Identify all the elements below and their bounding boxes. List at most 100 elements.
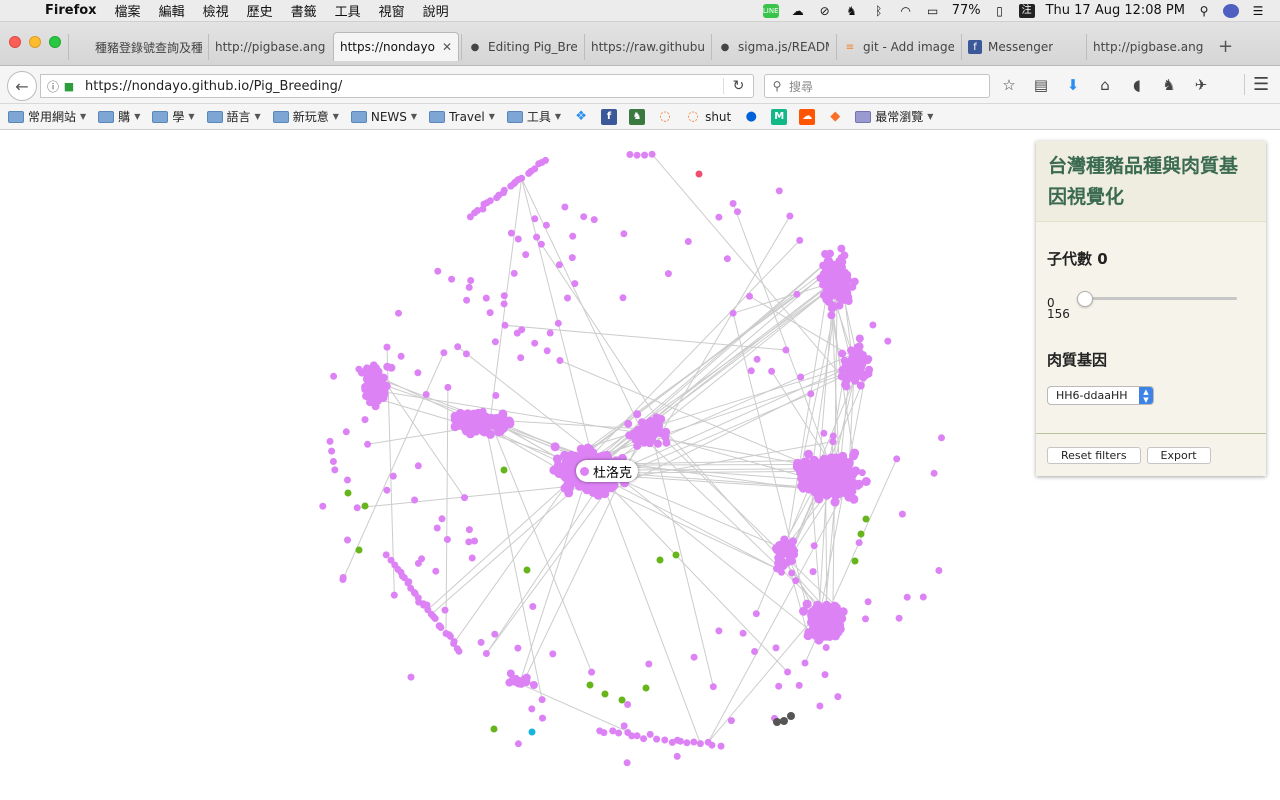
graph-node[interactable]: [664, 270, 672, 278]
spotlight-search-icon[interactable]: ⚲: [1196, 4, 1212, 18]
tab-raw-githubusercontent[interactable]: https://raw.githubus: [584, 34, 710, 60]
graph-node[interactable]: [835, 624, 845, 634]
graph-node[interactable]: [641, 151, 649, 159]
bookmark-folder-tools[interactable]: 工具 ▼: [506, 108, 561, 125]
graph-node[interactable]: [326, 437, 334, 445]
graph-node[interactable]: [482, 294, 490, 302]
graph-node[interactable]: [364, 440, 372, 448]
graph-node[interactable]: [739, 629, 747, 637]
graph-node[interactable]: [438, 515, 446, 523]
graph-node[interactable]: [371, 363, 380, 372]
graph-node[interactable]: [514, 235, 522, 243]
graph-node[interactable]: [537, 240, 545, 248]
back-arrow-icon[interactable]: ←: [7, 71, 37, 101]
graph-node[interactable]: [522, 251, 530, 259]
graph-node[interactable]: [569, 232, 577, 240]
graph-node[interactable]: [784, 668, 792, 676]
graph-node[interactable]: [551, 464, 561, 474]
graph-node[interactable]: [838, 349, 847, 358]
graph-node[interactable]: [620, 230, 628, 238]
graph-node[interactable]: [723, 255, 731, 263]
graph-node[interactable]: [363, 381, 371, 389]
graph-node[interactable]: [510, 269, 518, 277]
graph-node[interactable]: [501, 321, 509, 329]
graph-node[interactable]: [422, 391, 430, 398]
graph-node[interactable]: [715, 627, 723, 635]
graph-node[interactable]: [696, 740, 704, 748]
graph-node[interactable]: [494, 427, 504, 437]
graph-node[interactable]: [355, 546, 363, 554]
graph-node[interactable]: [433, 524, 441, 532]
graph-node[interactable]: [898, 510, 906, 518]
graph-node[interactable]: [518, 174, 526, 182]
graph-node[interactable]: [390, 591, 398, 599]
graph-node[interactable]: [842, 382, 851, 391]
graph-node[interactable]: [620, 722, 628, 730]
graph-node[interactable]: [364, 392, 373, 401]
slider-thumb[interactable]: [1077, 291, 1093, 307]
graph-node[interactable]: [411, 496, 419, 504]
tab-sigmajs-readme[interactable]: ● sigma.js/READM: [711, 34, 835, 60]
graph-node[interactable]: [855, 539, 863, 547]
graph-node[interactable]: [772, 644, 780, 652]
graph-node[interactable]: [542, 156, 549, 164]
graph-node[interactable]: [615, 729, 623, 737]
graph-node[interactable]: [855, 334, 864, 343]
graph-node[interactable]: [810, 542, 818, 550]
graph-node[interactable]: [862, 615, 869, 623]
graph-node[interactable]: [444, 383, 452, 391]
graph-node[interactable]: [814, 494, 824, 504]
graph-node[interactable]: [903, 593, 911, 601]
extension-icon[interactable]: ✈: [1192, 76, 1210, 94]
graph-node[interactable]: [775, 682, 783, 690]
graph-node[interactable]: [491, 338, 499, 346]
graph-node[interactable]: [817, 633, 825, 641]
graph-node[interactable]: [633, 410, 642, 419]
graph-node[interactable]: [590, 216, 598, 224]
graph-node[interactable]: [938, 434, 945, 442]
graph-node[interactable]: [414, 462, 422, 470]
graph-node[interactable]: [845, 367, 854, 376]
bookmark-star-icon[interactable]: ☆: [1000, 76, 1018, 94]
graph-node[interactable]: [528, 728, 536, 736]
graph-node[interactable]: [514, 644, 522, 652]
graph-node[interactable]: [353, 504, 361, 512]
menu-help[interactable]: 說明: [414, 1, 458, 20]
graph-node[interactable]: [500, 186, 508, 194]
graph-node[interactable]: [382, 551, 390, 559]
search-bar[interactable]: ⚲ 搜尋: [764, 74, 990, 98]
graph-node[interactable]: [804, 628, 812, 636]
graph-node[interactable]: [517, 354, 525, 362]
bookmark-folder-shopping[interactable]: 購 ▼: [98, 108, 140, 125]
graph-node[interactable]: [807, 607, 817, 617]
graph-node[interactable]: [855, 369, 864, 378]
window-minimize-button[interactable]: [29, 36, 41, 48]
graph-node[interactable]: [792, 577, 800, 585]
graph-node[interactable]: [529, 681, 538, 689]
graph-node[interactable]: [507, 677, 516, 685]
graph-node[interactable]: [753, 355, 761, 363]
graph-node[interactable]: [935, 567, 943, 574]
graph-node[interactable]: [538, 696, 546, 704]
graph-node[interactable]: [787, 712, 795, 720]
graph-node[interactable]: [676, 737, 684, 745]
graph-node[interactable]: [405, 578, 413, 586]
graph-node[interactable]: [717, 742, 725, 750]
bookmark-folder-language[interactable]: 語言 ▼: [206, 108, 261, 125]
graph-node[interactable]: [355, 365, 363, 373]
wifi-icon[interactable]: ◠: [898, 4, 914, 18]
graph-node[interactable]: [531, 339, 539, 347]
graph-node[interactable]: [361, 416, 369, 424]
graph-node[interactable]: [383, 343, 391, 351]
airplay-icon[interactable]: ▭: [925, 4, 941, 18]
graph-node[interactable]: [344, 476, 351, 484]
graph-node[interactable]: [504, 416, 514, 426]
graph-node[interactable]: [550, 442, 560, 452]
graph-node[interactable]: [448, 275, 456, 283]
tab-messenger[interactable]: f Messenger: [961, 34, 1085, 60]
graph-node[interactable]: [832, 459, 842, 469]
graph-node[interactable]: [857, 361, 866, 370]
graph-node[interactable]: [774, 565, 781, 573]
graph-node[interactable]: [560, 472, 570, 482]
graph-node[interactable]: [431, 615, 439, 622]
